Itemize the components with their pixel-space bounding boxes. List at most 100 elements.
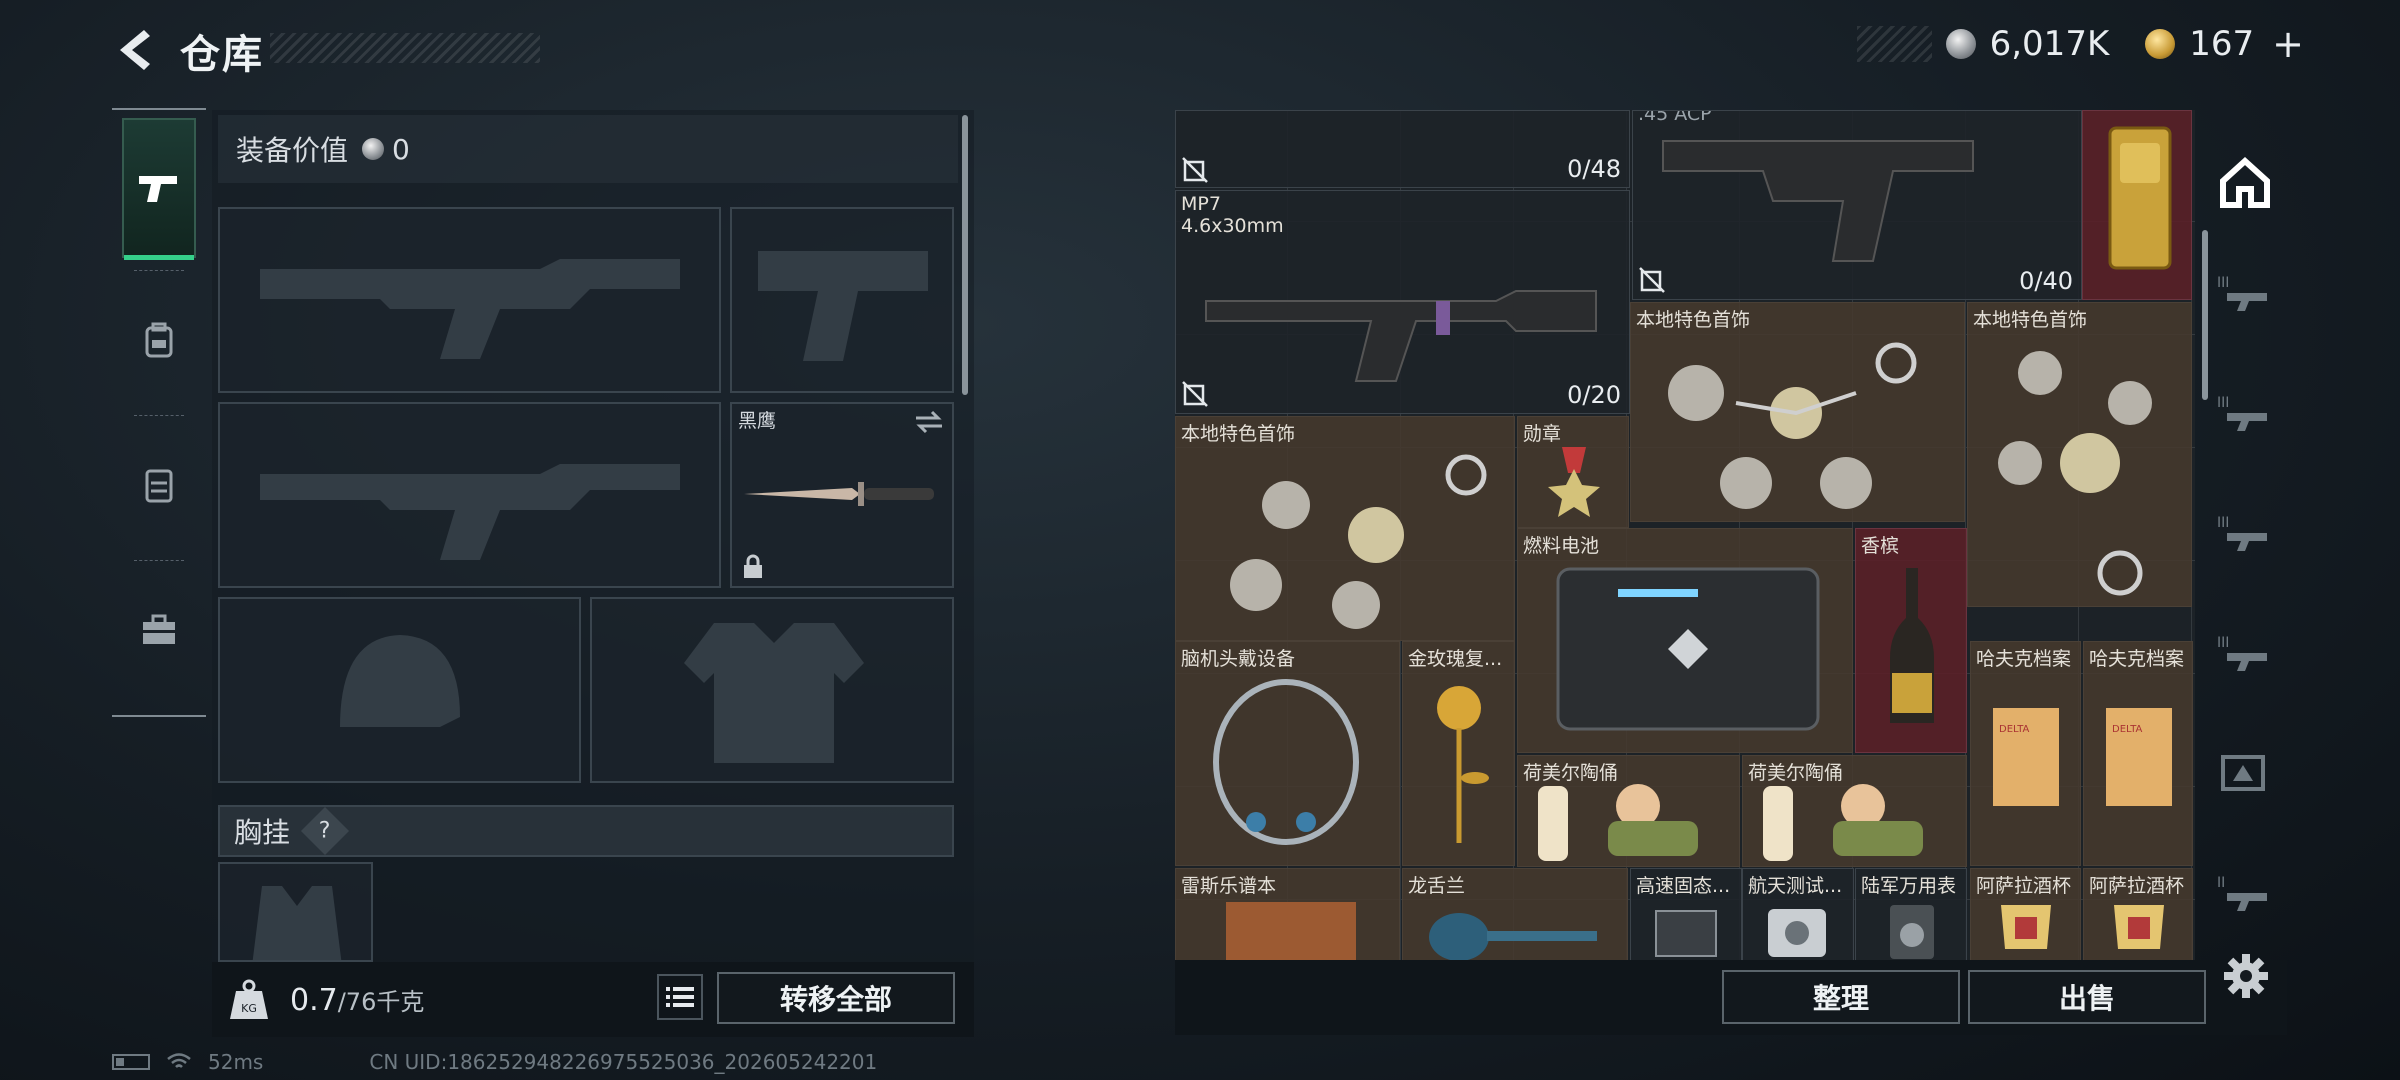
toolbox-icon — [143, 614, 175, 644]
gold-amount: 167 — [2189, 24, 2255, 64]
stash-item-gold-rose[interactable]: 金玫瑰复... — [1402, 641, 1515, 866]
stash-item-kriss[interactable]: .45 ACP 0/40 — [1632, 110, 2082, 300]
vest-icon — [145, 469, 173, 503]
stash-item-name: 本地特色首饰 — [1636, 309, 1751, 331]
stash-item-name: 金玫瑰复... — [1408, 648, 1503, 670]
stash-item-bci-headset[interactable]: 脑机头戴设备 — [1175, 641, 1400, 866]
rifle-silhouette-icon — [260, 464, 680, 560]
currency-decoration — [1856, 26, 1932, 62]
transfer-all-button[interactable]: 转移全部 — [717, 972, 955, 1024]
stash-item-fuel-cell[interactable]: 燃料电池 — [1517, 528, 1853, 753]
tab-stash-4[interactable]: III — [2210, 378, 2280, 448]
stash-item-name: MP7 — [1181, 193, 1221, 215]
sell-button[interactable]: 出售 — [1968, 970, 2206, 1024]
jewelry-icon — [1998, 351, 2152, 596]
stash-item-gold-bar[interactable] — [2082, 110, 2192, 300]
stash-item-music-score[interactable]: 雷斯乐谱本 — [1175, 868, 1400, 960]
secondary-weapon-slot[interactable] — [218, 402, 721, 588]
add-currency-button[interactable]: + — [2272, 22, 2304, 66]
stash-item-name: 本地特色首饰 — [1973, 309, 2088, 331]
equipment-scrollbar[interactable] — [962, 115, 968, 395]
gun-tab-icon: II — [2217, 875, 2267, 911]
tab-stash-7[interactable] — [2210, 738, 2280, 808]
primary-weapon-slot[interactable] — [218, 207, 721, 393]
weight-current: 0.7 — [290, 982, 338, 1018]
stash-item-jewelry-2[interactable]: 本地特色首饰 — [1967, 302, 2192, 607]
stash-item-army-multimeter[interactable]: 陆军万用表 — [1855, 868, 1967, 960]
tab-stash-6[interactable]: III — [2210, 618, 2280, 688]
stash-item-ammo: 4.6x30mm — [1181, 215, 1284, 237]
currency-display: 6,017K 167 + — [1856, 22, 2304, 66]
stash-item-ssd[interactable]: 高速固态... — [1630, 868, 1742, 960]
tab-stash-8[interactable]: II — [2210, 858, 2280, 928]
gun-tab-icon: III — [2217, 275, 2267, 311]
stash-item-jewelry-1[interactable]: 本地特色首饰 — [1630, 302, 1965, 522]
stash-item-hummel-figurine-2[interactable]: 荷美尔陶俑 — [1742, 755, 1967, 867]
armor-slot[interactable] — [590, 597, 954, 783]
gear-icon — [2224, 954, 2268, 998]
sidearm-slot[interactable] — [730, 207, 954, 393]
stash-item-tequila[interactable]: 龙舌兰 — [1402, 868, 1628, 960]
tab-stash-home[interactable] — [2210, 148, 2280, 218]
chest-rig-silhouette-icon — [252, 886, 342, 960]
helmet-slot[interactable] — [218, 597, 581, 783]
rose-icon — [1437, 686, 1489, 843]
stash-item-jewelry-3[interactable]: 本地特色首饰 — [1175, 416, 1515, 641]
melee-label: 黑鹰 — [738, 410, 777, 432]
tab-stash-5[interactable]: III — [2210, 498, 2280, 568]
category-vest[interactable] — [122, 415, 196, 555]
folder-icon: DELTA — [2106, 708, 2172, 806]
stash-item-name: 脑机头戴设备 — [1181, 648, 1296, 670]
stash-item-asala-cup-2[interactable]: 阿萨拉酒杯 — [2083, 868, 2193, 960]
no-sight-icon — [1639, 267, 1665, 293]
stash-item-aerospace-test[interactable]: 航天测试... — [1742, 868, 1854, 960]
stash-item-name: 阿萨拉酒杯 — [1976, 875, 2072, 897]
stash-item-count: 0/48 — [1567, 155, 1621, 183]
gold-coin-icon — [2145, 29, 2176, 59]
equipment-value: 装备价值 0 — [218, 115, 958, 183]
sort-button[interactable]: 整理 — [1722, 970, 1960, 1024]
stash-item-hummel-figurine-1[interactable]: 荷美尔陶俑 — [1517, 755, 1740, 867]
stash-item-mp7[interactable]: MP7 4.6x30mm 0/20 — [1175, 190, 1630, 414]
stash-item-haavk-archive-2[interactable]: 哈夫克档案 DELTA — [2083, 641, 2193, 866]
settings-button[interactable] — [2222, 952, 2270, 1000]
stash-item-count: 0/20 — [1567, 381, 1621, 409]
goblet-icon — [2001, 905, 2051, 949]
list-view-button[interactable] — [657, 974, 703, 1020]
figurine-icon — [1538, 784, 1698, 861]
stash-item-name: 陆军万用表 — [1861, 875, 1957, 897]
svg-text:III: III — [2217, 635, 2229, 651]
weight-max: /76千克 — [337, 987, 425, 1016]
tab-scrollbar[interactable] — [2202, 230, 2208, 400]
book-icon — [1226, 902, 1356, 960]
back-button[interactable] — [108, 22, 164, 78]
stash-item-medal[interactable]: 勋章 — [1517, 416, 1629, 528]
stash-item-partial-gun[interactable]: 0/48 — [1175, 110, 1630, 188]
stash-item-asala-cup-1[interactable]: 阿萨拉酒杯 — [1970, 868, 2081, 960]
swap-icon[interactable] — [914, 410, 944, 434]
category-toolbox[interactable] — [122, 560, 196, 700]
jewelry-icon — [1230, 454, 1487, 629]
gun-tab-icon: III — [2217, 635, 2267, 671]
stash-item-name: 龙舌兰 — [1408, 875, 1466, 897]
page-title: 仓库 — [180, 32, 264, 78]
smg-icon — [1662, 140, 1974, 262]
chest-rig-slot[interactable] — [218, 862, 373, 962]
category-backpack[interactable] — [122, 270, 196, 410]
chest-rig-help-button[interactable]: ? — [300, 806, 350, 856]
svg-text:DELTA: DELTA — [1999, 724, 2030, 735]
stash-item-haavk-archive-1[interactable]: 哈夫克档案 DELTA — [1970, 641, 2081, 866]
category-weapons[interactable] — [122, 118, 196, 260]
tab-stash-3[interactable]: III — [2210, 258, 2280, 328]
stash-item-name: 航天测试... — [1748, 875, 1843, 897]
weight-bar: KG 0.7/76千克 转移全部 — [212, 962, 974, 1037]
melee-slot[interactable]: 黑鹰 — [730, 402, 954, 588]
medal-icon — [1548, 447, 1600, 517]
stash-item-name: 本地特色首饰 — [1181, 423, 1296, 445]
tequila-bottle-icon — [1429, 913, 1597, 960]
silver-coin-icon — [362, 138, 385, 160]
lock-icon — [744, 554, 762, 578]
help-question-mark: ? — [319, 818, 331, 844]
stash-item-champagne[interactable]: 香槟 — [1855, 528, 1967, 753]
stash-item-name: 勋章 — [1523, 423, 1562, 445]
